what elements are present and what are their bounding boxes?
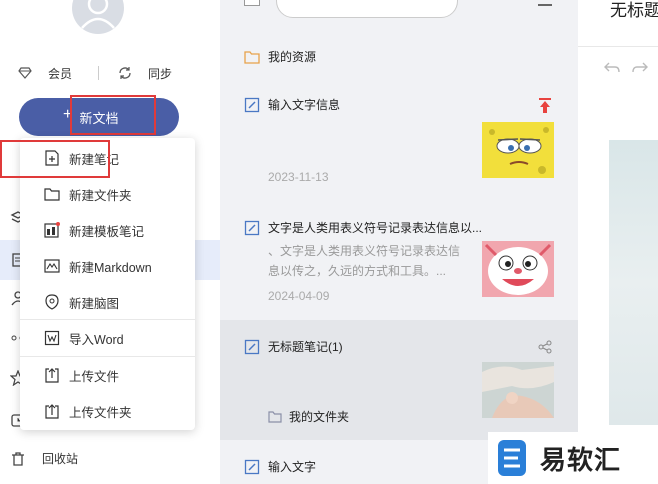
markdown-icon [44,258,60,274]
menu-item-new-folder[interactable]: 新建文件夹 [20,176,195,212]
editor-panel: 无标题 [578,0,658,484]
import-word-icon [44,330,60,346]
menu-item-upload-file[interactable]: 上传文件 [20,357,195,393]
note-thumbnail [482,362,554,418]
undo-icon[interactable] [604,62,620,74]
share-icon[interactable] [538,340,552,354]
menu-item-label: 导入Word [69,332,124,347]
edit-note-icon [244,97,260,112]
note-title: 文字是人类用表义符号记录表达信息以... [268,221,483,235]
menu-item-new-template-note[interactable]: 新建模板笔记 [20,212,195,248]
divider [98,66,99,80]
editor-image [609,140,658,425]
list-item-selected[interactable]: 无标题笔记(1) 我的文件夹 [220,320,578,440]
menu-item-import-word[interactable]: 导入Word [20,320,195,356]
diamond-icon [18,67,32,79]
note-date: 2024-04-09 [268,289,330,303]
note-thumbnail [482,241,554,297]
sync-icon [119,67,131,79]
sort-icon[interactable] [538,0,552,6]
menu-item-label: 上传文件夹 [69,405,132,420]
note-folder: 我的文件夹 [289,410,350,424]
note-desc: 、文字是人类用表义符号记录表达信息以传之，久远的方式和工具。... [268,244,461,278]
menu-item-label: 上传文件 [69,369,120,384]
sidebar-item-trash[interactable]: 回收站 [10,450,78,467]
upload-file-icon [44,367,60,383]
member-button[interactable]: 会员 [18,62,72,84]
mindmap-icon [44,294,60,310]
folder-icon [268,410,282,423]
highlight-box [0,140,110,178]
new-menu: 新建笔记 新建文件夹 新建模板笔记 新建Markdown 新建脑图 导入Word [20,138,195,430]
avatar[interactable] [72,0,124,34]
edit-note-icon [244,220,260,235]
note-title: 输入文字信息 [268,98,341,112]
note-date: 2023-11-13 [268,170,329,184]
menu-item-new-markdown[interactable]: 新建Markdown [20,248,195,284]
watermark-logo-icon [498,440,526,476]
redo-icon[interactable] [632,62,648,74]
member-label: 会员 [48,66,73,81]
edit-note-icon [244,459,260,474]
upload-folder-icon [44,403,60,419]
highlight-box [70,95,156,135]
watermark-text: 易软汇 [540,444,622,475]
search-input[interactable] [276,0,458,18]
resources-label: 我的资源 [268,50,317,64]
edit-note-icon [244,339,260,354]
folder-icon [244,50,260,64]
sync-label: 同步 [148,66,173,81]
menu-item-label: 新建文件夹 [69,188,132,203]
trash-icon [12,451,24,466]
note-title: 输入文字 [268,460,317,474]
resources-row[interactable]: 我的资源 [244,48,316,65]
note-title: 无标题笔记(1) [268,340,343,354]
menu-item-label: 新建脑图 [69,296,120,311]
menu-item-label: 新建Markdown [69,260,152,275]
watermark: 易软汇 [488,432,658,484]
list-item[interactable]: 文字是人类用表义符号记录表达信息以... 、文字是人类用表义符号记录表达信息以传… [220,205,578,317]
note-thumbnail [482,122,554,178]
editor-title[interactable]: 无标题 [610,0,658,21]
sync-button[interactable]: 同步 [118,62,172,84]
note-list: 我的资源 输入文字信息 2023-11-13 文字是人类用表义符号记录表达信息以… [220,0,578,484]
folder-icon [44,186,60,202]
trash-label: 回收站 [42,452,79,466]
menu-item-label: 新建模板笔记 [69,224,145,239]
menu-item-upload-folder[interactable]: 上传文件夹 [20,393,195,429]
pin-icon[interactable] [538,98,552,114]
menu-item-new-mindmap[interactable]: 新建脑图 [20,284,195,320]
divider [578,46,658,47]
template-icon [44,222,60,238]
list-item[interactable]: 输入文字信息 2023-11-13 [220,88,578,198]
checkbox-icon[interactable] [244,0,260,6]
